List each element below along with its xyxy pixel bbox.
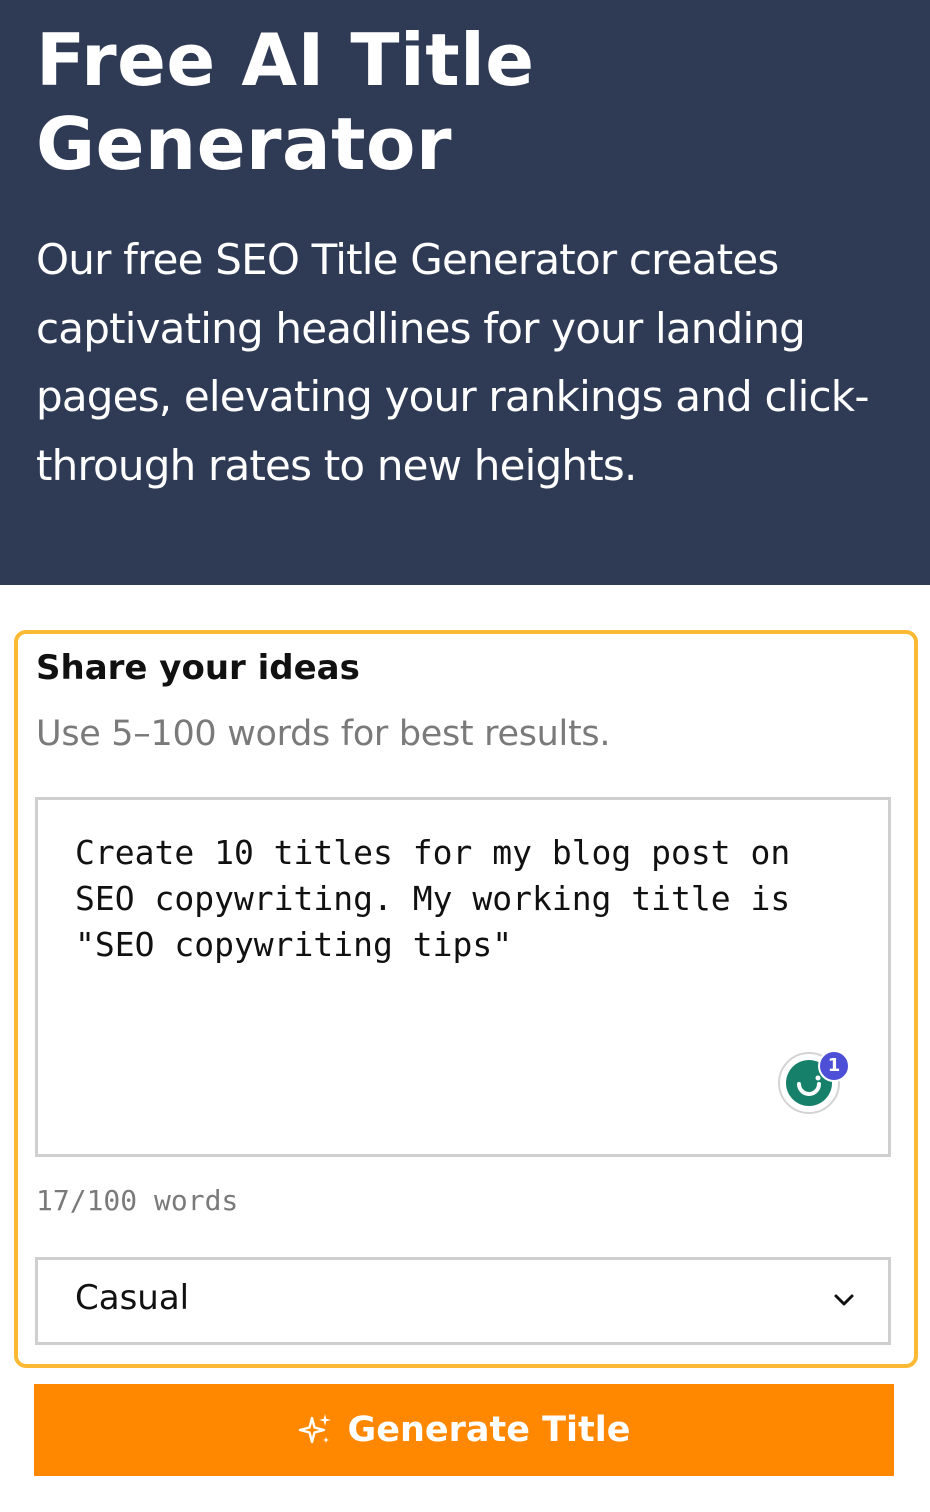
idea-form-card: Share your ideas Use 5–100 words for bes… xyxy=(14,630,918,1368)
tone-select-value: Casual xyxy=(75,1278,190,1318)
sparkle-icon xyxy=(298,1414,331,1444)
assistant-count-badge: 1 xyxy=(818,1050,850,1082)
page-title: Free AI Title Generator xyxy=(36,18,535,186)
page-description: Our free SEO Title Generator creates cap… xyxy=(36,235,869,490)
ideas-textarea[interactable]: Create 10 titles for my blog post on SEO… xyxy=(35,797,891,1157)
ideas-hint: Use 5–100 words for best results. xyxy=(36,714,611,754)
ideas-label: Share your ideas xyxy=(36,648,360,688)
generate-title-button[interactable]: Generate Title xyxy=(34,1384,894,1476)
word-count: 17/100 words xyxy=(36,1184,239,1217)
ideas-textarea-value[interactable]: Create 10 titles for my blog post on SEO… xyxy=(75,830,855,968)
tone-select[interactable]: Casual xyxy=(35,1257,891,1345)
hero-banner: Free AI Title Generator Our free SEO Tit… xyxy=(0,0,930,585)
generate-title-label: Generate Title xyxy=(347,1410,631,1450)
writing-assistant-icon[interactable]: 1 xyxy=(778,1050,850,1114)
chevron-down-icon xyxy=(834,1294,854,1306)
